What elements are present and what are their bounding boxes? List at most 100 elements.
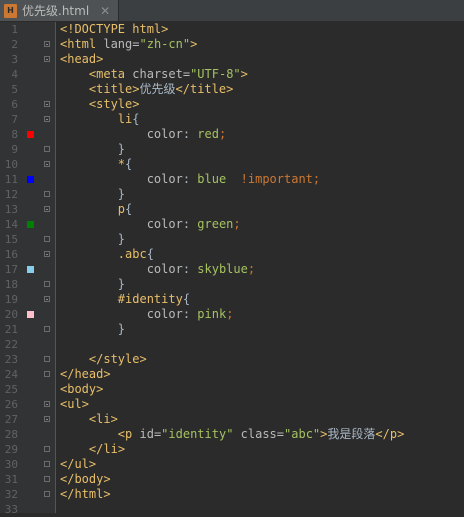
code-line[interactable]: </ul> — [60, 457, 464, 472]
code-line[interactable]: color: green; — [60, 217, 464, 232]
code-editor[interactable]: 1 2 3 4 5 6 7 8 9 10 11 12 13 14 15 16 17 18 19 20 21 22 23 24 2… — [0, 22, 464, 516]
fold-marker-icon[interactable] — [44, 416, 50, 422]
gutter-row: 10 — [0, 157, 55, 172]
fold-marker-icon[interactable] — [44, 476, 50, 482]
color-swatch-icon[interactable] — [27, 311, 34, 318]
gutter-row: 3 — [0, 52, 55, 67]
line-number: 28 — [4, 428, 18, 441]
code-line[interactable]: color: pink; — [60, 307, 464, 322]
fold-marker-icon[interactable] — [44, 191, 50, 197]
color-swatch-icon[interactable] — [27, 176, 34, 183]
tab-youxianji-html[interactable]: H 优先级.html ✕ — [0, 0, 120, 21]
fold-marker-icon[interactable] — [44, 356, 50, 362]
color-swatch-icon[interactable] — [27, 221, 34, 228]
fold-marker-icon[interactable] — [44, 251, 50, 257]
gutter-row: 18 — [0, 277, 55, 292]
line-number: 24 — [4, 368, 18, 381]
gutter-row: 23 — [0, 352, 55, 367]
line-number: 13 — [4, 203, 18, 216]
line-number: 27 — [4, 413, 18, 426]
line-number: 3 — [11, 53, 18, 66]
gutter-row: 20 — [0, 307, 55, 322]
code-line[interactable]: color: skyblue; — [60, 262, 464, 277]
color-swatch-icon[interactable] — [27, 131, 34, 138]
fold-marker-icon[interactable] — [44, 491, 50, 497]
fold-marker-icon[interactable] — [44, 296, 50, 302]
gutter-row: 30 — [0, 457, 55, 472]
editor-tab-bar: H 优先级.html ✕ — [0, 0, 464, 22]
line-gutter: 1 2 3 4 5 6 7 8 9 10 11 12 13 14 15 16 17 18 19 20 21 22 23 24 2… — [0, 22, 56, 516]
gutter-row: 8 — [0, 127, 55, 142]
gutter-row: 11 — [0, 172, 55, 187]
fold-marker-icon[interactable] — [44, 281, 50, 287]
gutter-row: 19 — [0, 292, 55, 307]
code-line[interactable]: #identity{ — [60, 292, 464, 307]
code-line[interactable]: </li> — [60, 442, 464, 457]
code-line[interactable]: .abc{ — [60, 247, 464, 262]
gutter-row: 14 — [0, 217, 55, 232]
code-line[interactable]: <head> — [60, 52, 464, 67]
gutter-row: 28 — [0, 427, 55, 442]
fold-marker-icon[interactable] — [44, 371, 50, 377]
gutter-row: 9 — [0, 142, 55, 157]
code-line[interactable]: } — [60, 277, 464, 292]
code-line[interactable]: </body> — [60, 472, 464, 487]
code-line[interactable]: <p id="identity" class="abc">我是段落</p> — [60, 427, 464, 442]
line-number: 9 — [11, 143, 18, 156]
gutter-row: 1 — [0, 22, 55, 37]
fold-marker-icon[interactable] — [44, 116, 50, 122]
code-line[interactable]: <html lang="zh-cn"> — [60, 37, 464, 52]
line-number: 4 — [11, 68, 18, 81]
code-line[interactable]: } — [60, 232, 464, 247]
code-line[interactable]: *{ — [60, 157, 464, 172]
code-line[interactable]: <style> — [60, 97, 464, 112]
line-number: 30 — [4, 458, 18, 471]
code-line[interactable]: } — [60, 322, 464, 337]
code-line[interactable]: <ul> — [60, 397, 464, 412]
code-line[interactable]: <li> — [60, 412, 464, 427]
code-line[interactable]: color: red; — [60, 127, 464, 142]
code-line[interactable]: </style> — [60, 352, 464, 367]
gutter-row: 16 — [0, 247, 55, 262]
line-number: 25 — [4, 383, 18, 396]
line-number: 21 — [4, 323, 18, 336]
code-line[interactable]: </head> — [60, 367, 464, 382]
fold-marker-icon[interactable] — [44, 401, 50, 407]
fold-marker-icon[interactable] — [44, 101, 50, 107]
line-number: 7 — [11, 113, 18, 126]
fold-marker-icon[interactable] — [44, 146, 50, 152]
gutter-row: 15 — [0, 232, 55, 247]
gutter-row: 21 — [0, 322, 55, 337]
fold-marker-icon[interactable] — [44, 461, 50, 467]
fold-marker-icon[interactable] — [44, 41, 50, 47]
line-number: 32 — [4, 488, 18, 501]
fold-marker-icon[interactable] — [44, 161, 50, 167]
code-line[interactable]: li{ — [60, 112, 464, 127]
code-line[interactable]: </html> — [60, 487, 464, 502]
code-line[interactable] — [60, 502, 464, 517]
code-line[interactable] — [60, 337, 464, 352]
line-number: 10 — [4, 158, 18, 171]
code-line[interactable]: color: blue !important; — [60, 172, 464, 187]
fold-marker-icon[interactable] — [44, 206, 50, 212]
code-line[interactable]: <meta charset="UTF-8"> — [60, 67, 464, 82]
code-line[interactable]: } — [60, 142, 464, 157]
fold-marker-icon[interactable] — [44, 446, 50, 452]
fold-marker-icon[interactable] — [44, 56, 50, 62]
code-area[interactable]: <!DOCTYPE html> <html lang="zh-cn"> <head>… — [56, 22, 464, 513]
code-line[interactable]: } — [60, 187, 464, 202]
gutter-row: 33 — [0, 502, 55, 517]
fold-marker-icon[interactable] — [44, 326, 50, 332]
code-line[interactable]: p{ — [60, 202, 464, 217]
gutter-row: 25 — [0, 382, 55, 397]
gutter-row: 24 — [0, 367, 55, 382]
code-line[interactable]: <!DOCTYPE html> — [60, 22, 464, 37]
gutter-row: 4 — [0, 67, 55, 82]
close-icon[interactable]: ✕ — [100, 5, 110, 17]
line-number: 29 — [4, 443, 18, 456]
code-line[interactable]: <body> — [60, 382, 464, 397]
code-line[interactable]: <title>优先级</title> — [60, 82, 464, 97]
color-swatch-icon[interactable] — [27, 266, 34, 273]
line-number: 2 — [11, 38, 18, 51]
fold-marker-icon[interactable] — [44, 236, 50, 242]
